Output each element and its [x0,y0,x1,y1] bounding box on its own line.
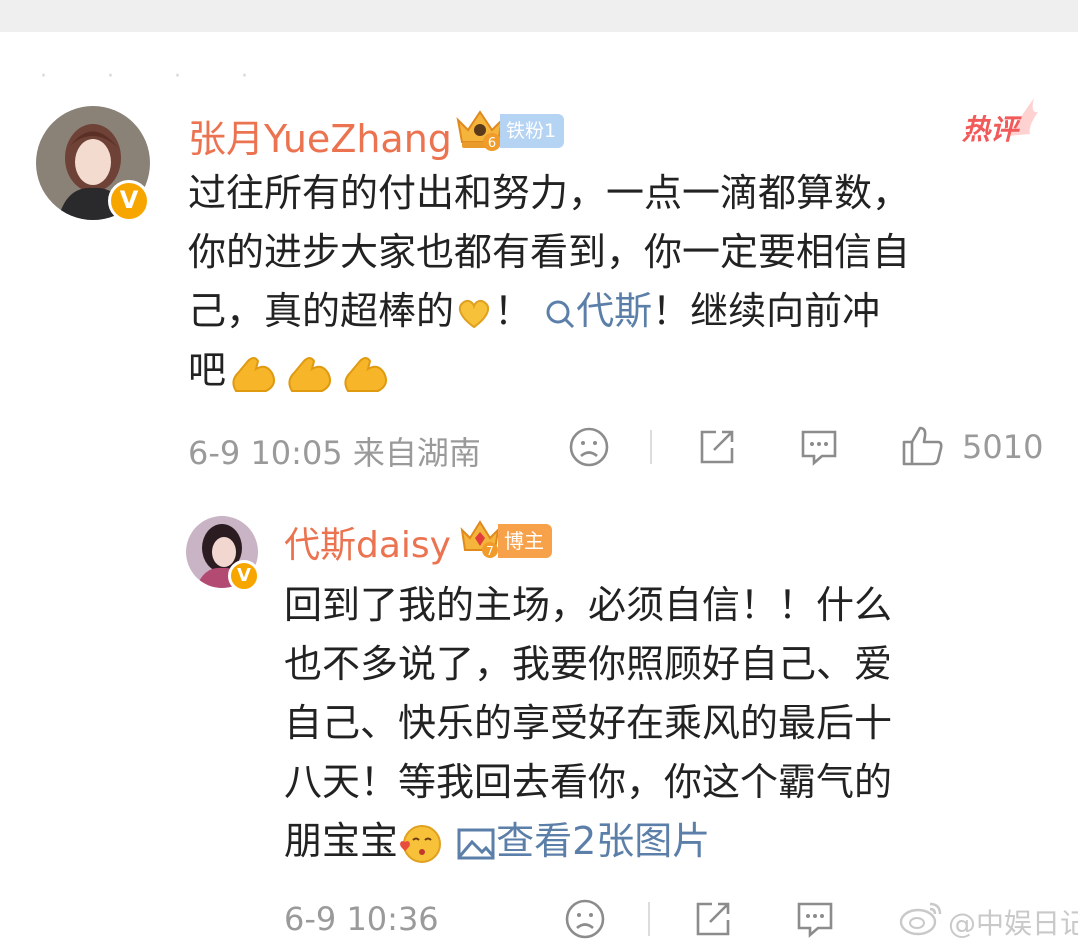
comment-text: 过往所有的付出和努力，一点一滴都算数， 你的进步大家也都有看到，你一定要相信自 … [188,164,1048,400]
comment-line: 过往所有的付出和努力，一点一滴都算数， [188,171,911,215]
username[interactable]: 代斯daisy [284,516,451,568]
reply-meta: 6-9 10:36 [284,900,439,938]
dislike-face-icon[interactable] [564,898,606,940]
like-icon[interactable] [900,424,944,468]
reply-line: 朋宝宝 查看2张图片 [284,812,1044,871]
crown-level: 7 [486,544,494,558]
comment-icon[interactable] [794,898,836,940]
view-images-link[interactable]: 查看2张图片 [456,819,710,863]
emoji-muscle-icon [288,356,331,392]
mention-name: 代斯 [576,289,653,333]
divider [648,902,650,936]
search-icon [546,300,575,328]
top-bar [0,0,1078,32]
reply-line: 也不多说了，我要你照顾好自己、爱 [284,642,893,686]
comment-segment: 吧 [188,348,227,392]
crown-icon: 7 [460,520,500,558]
comment-segment: ！继续向前冲 [652,289,881,333]
comment-icon[interactable] [798,426,840,468]
comment-line: 吧 [188,341,1048,400]
reply-text: 回到了我的主场，必须自信！！什么 也不多说了，我要你照顾好自己、爱 自己、快乐的… [284,576,1044,871]
reply-line: 八天！等我回去看你，你这个霸气的 [284,760,893,804]
divider [650,430,652,464]
verified-icon: V [108,180,150,222]
comment-meta: 6-9 10:05 来自湖南 [188,428,481,474]
view-images-label: 查看2张图片 [496,819,711,863]
emoji-muscle-icon [344,356,387,392]
emoji-muscle-icon [232,356,275,392]
mention-link[interactable]: 代斯 [544,289,652,333]
location: 来自湖南 [352,434,481,472]
like-count: 5010 [962,428,1044,466]
emoji-heart-hands-icon [458,299,490,328]
timestamp: 6-9 10:05 [188,434,343,472]
watermark: @中娱日记 [948,907,1078,940]
crown-level: 6 [488,136,496,151]
weibo-logo-icon [899,902,942,936]
timestamp: 6-9 10:36 [284,900,439,938]
reply-segment: 朋宝宝 [284,819,399,863]
image-icon [457,828,495,859]
emoji-kiss-icon [400,824,442,863]
username[interactable]: 张月YueZhang [188,108,452,163]
share-icon[interactable] [696,426,738,468]
hot-comment-label: 热评 [962,113,1019,146]
comment-line: 己，真的超棒的 ！ 代斯！继续向前冲 [188,282,1048,341]
verified-icon: V [228,560,260,592]
reply-line: 回到了我的主场，必须自信！！什么 [284,583,893,627]
comment-segment: 己，真的超棒的 [188,289,455,333]
faded-header-text: ···· [40,64,308,89]
share-icon[interactable] [692,898,734,940]
comment-line: 你的进步大家也都有看到，你一定要相信自 [188,230,911,274]
comment-segment: ！ [494,289,533,333]
fan-badge: 铁粉1 [500,114,565,148]
dislike-face-icon[interactable] [568,426,610,468]
reply-line: 自己、快乐的享受好在乘风的最后十 [284,701,893,745]
host-badge: 博主 [498,524,552,558]
